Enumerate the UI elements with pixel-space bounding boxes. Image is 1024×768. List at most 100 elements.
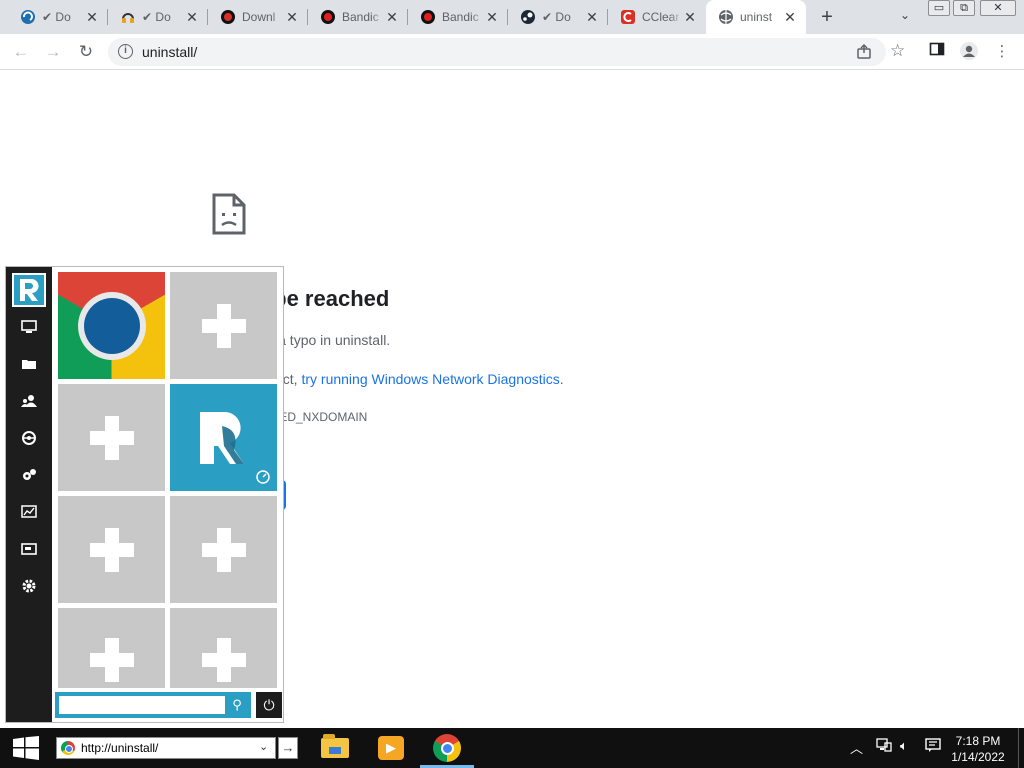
file-explorer-button[interactable] [308, 728, 362, 768]
restore-button[interactable]: ⧉ [953, 0, 975, 16]
power-icon[interactable]: ⏻ [256, 692, 282, 718]
taskbar-clock[interactable]: 7:18 PM 1/14/2022 [948, 733, 1008, 765]
taskbar: http://uninstall/ ⌄ → ▶ ︿ 🔈︎ 7:18 PM 1/1… [0, 728, 1024, 768]
tab-title: Do [155, 10, 171, 24]
headset-icon [120, 9, 136, 25]
performance-icon[interactable] [15, 498, 43, 526]
chrome-icon [61, 741, 75, 755]
plus-icon [201, 303, 246, 348]
new-tab-button[interactable]: + [816, 6, 838, 28]
tab-check-icon: ✔ [42, 10, 53, 24]
tab-close-icon[interactable]: ✕ [384, 9, 400, 25]
chrome-taskbar-button[interactable] [420, 728, 474, 768]
chrome-icon [433, 734, 461, 762]
tab-2[interactable]: ✔ Do ✕ [108, 0, 208, 34]
volume-icon[interactable]: 🔈︎ [900, 738, 908, 754]
add-tile[interactable] [170, 608, 277, 688]
folder-icon[interactable] [15, 350, 43, 378]
tab-search-button[interactable]: ⌄ [896, 8, 914, 26]
tab-5[interactable]: Bandic ✕ [408, 0, 508, 34]
tab-title: Bandic [442, 10, 479, 24]
notifications-icon[interactable] [925, 738, 941, 755]
bookmark-star-icon[interactable]: ☆ [890, 41, 905, 61]
chevron-down-icon[interactable]: ⌄ [259, 740, 268, 753]
profile-avatar-icon[interactable] [958, 41, 980, 63]
tab-title: CClear [642, 10, 680, 24]
control-panel-icon[interactable] [15, 461, 43, 489]
back-button[interactable]: ← [10, 41, 32, 63]
tab-close-icon[interactable]: ✕ [782, 9, 798, 25]
computer-icon[interactable] [15, 313, 43, 341]
tab-strip: ✔ Do ✕ ✔ Do ✕ Downl ✕ Bandic ✕ Bandic ✕ [0, 0, 1024, 34]
gauge-badge-icon [256, 470, 270, 484]
start-search-input[interactable] [59, 696, 225, 714]
display-icon[interactable] [15, 535, 43, 563]
users-icon[interactable] [15, 387, 43, 415]
share-icon[interactable] [856, 43, 872, 62]
plus-icon [89, 638, 134, 682]
tab-check-icon: ✔ [142, 10, 153, 24]
side-panel-icon[interactable] [926, 41, 948, 63]
address-bar[interactable]: i uninstall/ ☆ [108, 38, 905, 66]
clock-time: 7:18 PM [955, 734, 1001, 748]
tab-4[interactable]: Bandic ✕ [308, 0, 408, 34]
add-tile[interactable] [170, 272, 277, 379]
tab-title: Bandic [342, 10, 379, 24]
settings-icon[interactable] [15, 572, 43, 600]
add-tile[interactable] [58, 496, 165, 603]
tab-title: Downl [242, 10, 276, 24]
media-player-icon: ▶ [378, 736, 404, 760]
tab-close-icon[interactable]: ✕ [284, 9, 300, 25]
tab-close-icon[interactable]: ✕ [484, 9, 500, 25]
error-suggestion: s correct, try running Windows Network D… [240, 371, 564, 387]
windows-logo-icon [13, 736, 39, 760]
media-player-button[interactable]: ▶ [364, 728, 418, 768]
bandicam-icon [320, 9, 336, 25]
minimize-button[interactable]: ▭ [928, 0, 950, 16]
tab-close-icon[interactable]: ✕ [84, 9, 100, 25]
add-tile[interactable] [170, 496, 277, 603]
address-bar-url[interactable]: uninstall/ [142, 44, 197, 60]
show-desktop-button[interactable] [1018, 728, 1024, 768]
app-logo-icon[interactable] [12, 273, 46, 307]
network-icon[interactable] [15, 424, 43, 452]
forward-button[interactable]: → [42, 41, 64, 63]
tab-active[interactable]: uninst ✕ [706, 0, 806, 34]
close-window-button[interactable]: ✕ [980, 0, 1016, 16]
chrome-tile[interactable] [58, 272, 165, 379]
network-icon[interactable] [876, 738, 892, 755]
site-info-icon[interactable]: i [118, 44, 133, 59]
plus-icon [201, 527, 246, 572]
tab-close-icon[interactable]: ✕ [682, 9, 698, 25]
tab-title: uninst [740, 10, 773, 24]
search-icon[interactable]: ⚲ [228, 696, 246, 714]
plus-icon [201, 638, 246, 682]
start-search-box: ⚲ [55, 692, 251, 718]
app-tile[interactable] [170, 384, 277, 491]
sad-document-icon [212, 193, 246, 235]
windows-start-button[interactable] [0, 728, 52, 768]
add-tile[interactable] [58, 384, 165, 491]
ccleaner-icon [620, 9, 636, 25]
tab-check-icon: ✔ [542, 10, 553, 24]
plus-icon [89, 527, 134, 572]
tab-1[interactable]: ✔ Do ✕ [8, 0, 108, 34]
steam-icon [520, 9, 536, 25]
add-tile[interactable] [58, 608, 165, 688]
start-menu: ⚲ ⏻ [5, 266, 284, 723]
taskbar-address-input[interactable]: http://uninstall/ [81, 741, 158, 755]
tab-3[interactable]: Downl ✕ [208, 0, 308, 34]
tab-close-icon[interactable]: ✕ [584, 9, 600, 25]
start-menu-sidebar [6, 267, 52, 722]
tab-6[interactable]: ✔ Do ✕ [508, 0, 608, 34]
tab-title: Do [55, 10, 71, 24]
taskbar-address-toolbar[interactable]: http://uninstall/ ⌄ [56, 737, 276, 759]
show-hidden-icons-icon[interactable]: ︿ [850, 738, 863, 757]
folder-icon [321, 734, 349, 758]
network-diagnostics-link[interactable]: try running Windows Network Diagnostics [301, 371, 559, 387]
menu-kebab-icon[interactable]: ⋮ [991, 41, 1013, 63]
tab-close-icon[interactable]: ✕ [184, 9, 200, 25]
taskbar-go-button[interactable]: → [278, 737, 298, 759]
reload-button[interactable]: ↻ [75, 41, 97, 63]
tab-7[interactable]: CClear ✕ [608, 0, 706, 34]
